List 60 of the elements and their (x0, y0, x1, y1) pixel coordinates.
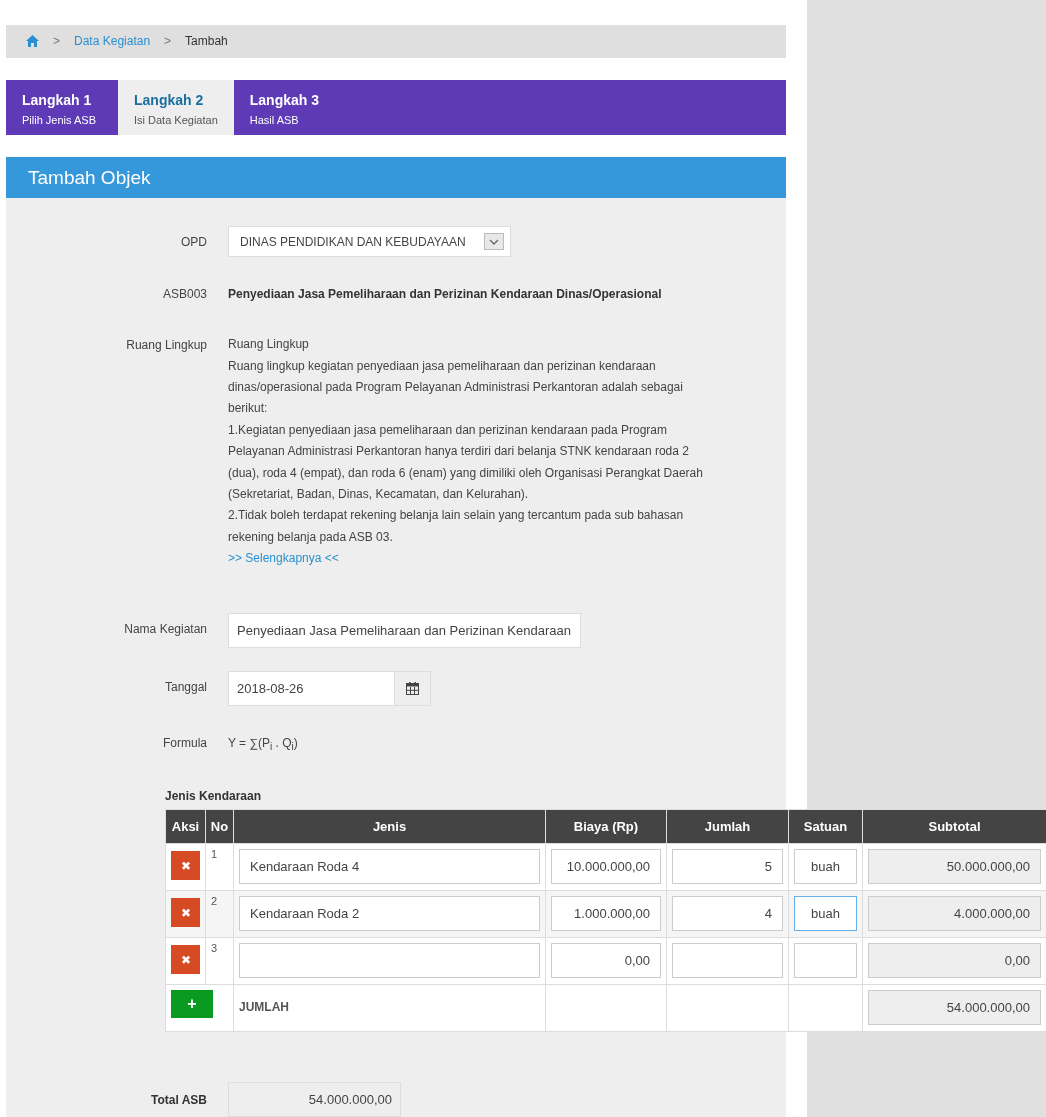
home-icon[interactable] (26, 35, 39, 48)
jumlah-field[interactable] (672, 943, 783, 978)
column-header: Jenis (233, 809, 546, 844)
column-header: Jumlah (666, 809, 789, 844)
step-tab[interactable]: Langkah 1 Pilih Jenis ASB (6, 79, 118, 136)
column-header: No (205, 809, 234, 844)
total-field[interactable]: 54.000.000,00 (868, 990, 1041, 1025)
add-row-button[interactable]: + (171, 990, 213, 1018)
field-label: Ruang Lingkup (125, 338, 207, 353)
formula-text: Y = ∑(P$_{i}$ . Q$_{i}$) (228, 735, 299, 752)
delete-button[interactable]: ✖ (171, 851, 200, 880)
scope-paragraph: Ruang lingkup kegiatan penyediaan jasa pemeliharaan dan perizinan kendaraan dinas/operasional pada Program Pelayanan Administrasi Perkantoran adalah sebagai berikut: (228, 357, 684, 418)
column-header: Biaya (Rp) (545, 809, 667, 844)
field-label: Nama Kegiatan (123, 621, 207, 636)
date-field[interactable]: 2018-08-26 (228, 670, 395, 706)
calendar-icon (406, 681, 419, 695)
table-title: Jenis Kendaraan (165, 789, 263, 803)
breadcrumb-separator: > (53, 34, 60, 49)
delete-button[interactable]: ✖ (171, 945, 200, 974)
step-tab[interactable]: Langkah 2 Isi Data Kegiatan (118, 79, 234, 136)
scope-heading: Ruang Lingkup (228, 336, 310, 354)
subtotal-field[interactable]: 50.000.000,00 (868, 849, 1041, 884)
calendar-button[interactable] (395, 670, 431, 706)
scope-paragraph: 2.Tidak boleh terdapat rekening belanja lain selain yang tercantum pada sub bahasan rekening belanja pada ASB 03. (228, 507, 685, 546)
breadcrumb-current: Tambah (185, 34, 228, 49)
column-header: Subtotal (862, 809, 1046, 844)
opd-select[interactable]: DINAS PENDIDIKAN DAN KEBUDAYAAN (228, 226, 511, 258)
row-number: 3 (211, 942, 218, 954)
jenis-field[interactable]: Kendaraan Roda 2 (239, 896, 540, 931)
jumlah-field[interactable]: 4 (672, 896, 783, 931)
row-number: 1 (211, 848, 218, 860)
jenis-field[interactable] (239, 943, 540, 978)
column-header: Satuan (788, 809, 863, 844)
subtotal-field[interactable]: 0,00 (868, 943, 1041, 978)
field-label: Tanggal (163, 679, 207, 694)
total-label: JUMLAH (239, 999, 290, 1014)
panel-title: Tambah Objek (6, 157, 786, 199)
asb-code: ASB003 (161, 287, 207, 302)
satuan-field[interactable]: buah (794, 849, 857, 884)
asb-name: Penyediaan Jasa Pemeliharaan dan Perizinan Kendaraan Dinas/Operasional (228, 287, 663, 302)
scope-paragraph: 1.Kegiatan penyediaan jasa pemeliharaan dan perizinan kendaraan pada Program Pelayanan Administrasi Perkantoran hanya terdiri dari belanja STNK kendaraan roda 2 (dua), roda 4 (empat), dan roda 6 (enam) yang dimiliki oleh Organisasi Perangkat Daerah (Sekretariat, Badan, Dinas, Kecamatan, dan Kelurahan). (228, 421, 704, 503)
field-label: Formula (162, 735, 207, 750)
breadcrumb-separator: > (164, 34, 172, 49)
jenis-field[interactable]: Kendaraan Roda 4 (239, 849, 540, 884)
field-label: Total ASB (150, 1092, 207, 1107)
biaya-field[interactable]: 0,00 (551, 943, 661, 978)
satuan-field[interactable]: buah (794, 896, 857, 931)
step-tab[interactable]: Langkah 3 Hasil ASB (233, 79, 346, 136)
field-label: OPD (180, 234, 207, 249)
satuan-field[interactable] (794, 943, 857, 978)
delete-button[interactable]: ✖ (171, 898, 200, 927)
row-number: 2 (211, 895, 218, 907)
total-asb-field[interactable]: 54.000.000,00 (228, 1082, 401, 1117)
column-header: Aksi (165, 809, 206, 844)
nama-kegiatan-field[interactable]: Penyediaan Jasa Pemeliharaan dan Perizinan Kendaraan (228, 612, 581, 648)
jumlah-field[interactable]: 5 (672, 849, 783, 884)
biaya-field[interactable]: 10.000.000,00 (551, 849, 661, 884)
subtotal-field[interactable]: 4.000.000,00 (868, 896, 1041, 931)
caret-icon (484, 233, 504, 251)
biaya-field[interactable]: 1.000.000,00 (551, 896, 661, 931)
